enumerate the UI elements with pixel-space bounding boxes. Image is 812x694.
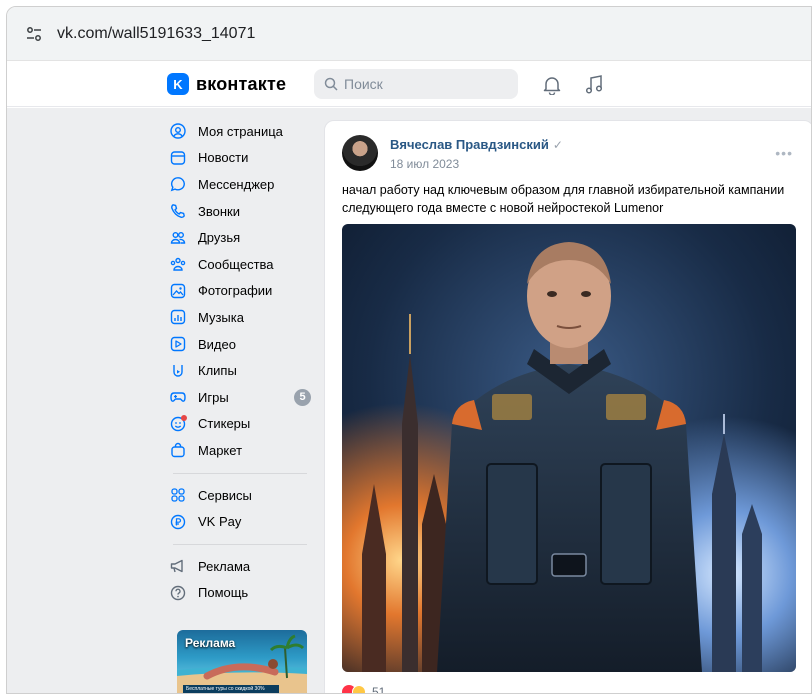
laugh-reaction-icon [352,685,366,693]
post-author[interactable]: Вячеслав Правдзинский ✓ [390,137,563,152]
vk-logo[interactable]: K вконтакте [167,73,286,95]
sidebar-item-photos[interactable]: Фотографии [169,278,311,305]
sidebar-divider [173,472,307,474]
sidebar-item-music[interactable]: Музыка [169,304,311,331]
sidebar-item-label: Маркет [198,442,243,458]
vk-logo-text: вконтакте [196,73,287,94]
sidebar-item-label: Новости [198,150,249,166]
search-input[interactable] [344,76,504,92]
sidebar-item-label: Клипы [198,363,237,379]
ad-banner[interactable]: Реклама Бесплатные туры со скидкой 30% [177,630,307,693]
sidebar-item-clips[interactable]: Клипы [169,357,311,384]
sidebar-divider [173,543,307,545]
games-counter-badge: 5 [294,388,311,406]
market-bag-icon [169,441,187,459]
vk-header: K вконтакте [7,61,811,107]
music-icon[interactable] [583,74,605,96]
notification-dot [181,414,187,421]
sidebar-item-label: Игры [198,389,229,405]
sidebar-item-games[interactable]: Игры 5 [169,384,311,411]
ad-caption: Бесплатные туры со скидкой 30% [183,685,279,693]
url-text[interactable]: vk.com/wall5191633_14071 [57,25,255,43]
post-text: начал работу над ключевым образом для гл… [342,183,785,215]
sidebar-item-label: Фотографии [198,283,273,299]
sidebar-item-label: Музыка [198,309,244,325]
video-icon [169,335,187,353]
sidebar-item-communities[interactable]: Сообщества [169,251,311,278]
browser-window: vk.com/wall5191633_14071 K вконтакте Пои… [6,6,812,694]
post-illustration [342,224,796,672]
sidebar-item-my-page[interactable]: Моя страница [169,118,311,145]
megaphone-icon [169,557,187,575]
sidebar-item-label: Реклама [198,558,251,574]
help-icon [169,584,187,602]
sidebar-item-ads[interactable]: Реклама [169,553,311,580]
vk-logo-icon: K [167,73,189,95]
phone-icon [169,202,187,220]
sidebar-item-label: Друзья [198,230,241,246]
sidebar-item-label: Видео [198,336,236,352]
sidebar-item-label: Стикеры [198,416,251,432]
sidebar-item-stickers[interactable]: Стикеры [169,411,311,438]
reactions-count: 51 [372,685,386,694]
sidebar-item-friends[interactable]: Друзья [169,224,311,251]
search-icon [324,77,338,91]
url-field[interactable]: vk.com/wall5191633_14071 [15,17,803,51]
message-icon [169,175,187,193]
music-icon [169,308,187,326]
sidebar-item-news[interactable]: Новости [169,145,311,172]
photo-icon [169,282,187,300]
bell-icon[interactable] [541,74,563,96]
reactions-bar[interactable]: 51 [342,685,386,694]
sidebar-item-label: Звонки [198,203,240,219]
author-avatar[interactable] [342,135,378,171]
address-bar: vk.com/wall5191633_14071 [7,7,811,61]
author-name[interactable]: Вячеслав Правдзинский [390,137,549,152]
sticker-icon [169,414,187,433]
post-date[interactable]: 18 июл 2023 [390,157,459,171]
services-grid-icon [169,486,187,504]
sidebar-item-market[interactable]: Маркет [169,437,311,464]
page-body: Моя страница Новости Мессенджер Звонки Д… [7,108,811,694]
sidebar-item-vk-pay[interactable]: VK Pay [169,508,311,535]
post-image[interactable] [342,224,796,672]
tune-icon[interactable] [21,21,47,47]
clips-icon [169,362,187,380]
sidebar-item-messenger[interactable]: Мессенджер [169,171,311,198]
search-box[interactable] [314,69,518,99]
wall-post: Вячеслав Правдзинский ✓ 18 июл 2023 ••• … [324,120,811,694]
sidebar-item-video[interactable]: Видео [169,331,311,358]
more-options-icon[interactable]: ••• [775,145,793,161]
sidebar-item-label: VK Pay [198,514,242,530]
sidebar-item-label: Сообщества [198,256,274,272]
sidebar-item-label: Моя страница [198,123,283,139]
left-sidebar: Моя страница Новости Мессенджер Звонки Д… [169,118,311,606]
communities-icon [169,255,187,273]
sidebar-item-label: Помощь [198,585,249,601]
sidebar-item-help[interactable]: Помощь [169,580,311,607]
sidebar-item-calls[interactable]: Звонки [169,198,311,225]
sidebar-item-label: Сервисы [198,487,252,503]
vkpay-icon [169,513,187,531]
gamepad-icon [169,388,187,406]
ad-title: Реклама [185,636,236,650]
friends-icon [169,229,187,247]
sidebar-item-services[interactable]: Сервисы [169,482,311,509]
user-circle-icon [169,122,187,140]
news-icon [169,149,187,167]
verified-check-icon: ✓ [552,137,563,152]
sidebar-item-label: Мессенджер [198,176,275,192]
